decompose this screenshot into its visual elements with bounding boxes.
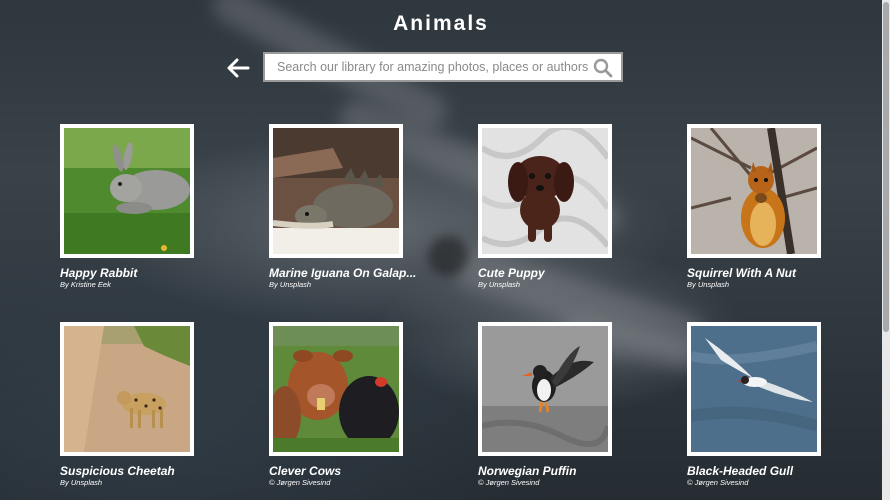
photo-card[interactable]: Squirrel With A Nut By Unsplash [687,124,867,294]
photo-author: © Jørgen Sivesind [269,478,331,487]
photo-thumbnail[interactable] [478,124,612,258]
photo-thumbnail[interactable] [478,322,612,456]
search-input[interactable] [265,54,597,80]
photo-title[interactable]: Suspicious Cheetah [60,464,220,478]
photo-title[interactable]: Happy Rabbit [60,266,220,280]
photo-author: By Unsplash [269,280,312,289]
photo-title[interactable]: Norwegian Puffin [478,464,638,478]
photo-title[interactable]: Clever Cows [269,464,429,478]
photo-thumbnail[interactable] [269,322,403,456]
photo-title[interactable]: Cute Puppy [478,266,638,280]
search-icon[interactable] [593,58,613,78]
photo-card[interactable]: Cute Puppy By Unsplash [478,124,658,294]
photo-author: © Jørgen Sivesind [478,478,540,487]
photo-thumbnail[interactable] [60,124,194,258]
photo-card[interactable]: Black-Headed Gull © Jørgen Sivesind [687,322,867,492]
scrollbar-thumb[interactable] [883,2,889,332]
arrow-left-icon [227,58,250,78]
page-scrollbar[interactable] [882,0,890,500]
photo-author: By Unsplash [478,280,521,289]
photo-card[interactable]: Happy Rabbit By Kristine Eek [60,124,240,294]
photo-card[interactable]: Norwegian Puffin © Jørgen Sivesind [478,322,658,492]
photo-author: By Unsplash [687,280,730,289]
photo-card[interactable]: Suspicious Cheetah By Unsplash [60,322,240,492]
photo-title[interactable]: Marine Iguana On Galap... [269,266,429,280]
photo-thumbnail[interactable] [687,322,821,456]
photo-author: By Kristine Eek [60,280,111,289]
photo-title[interactable]: Squirrel With A Nut [687,266,847,280]
photo-card[interactable]: Clever Cows © Jørgen Sivesind [269,322,449,492]
photo-author: By Unsplash [60,478,103,487]
page-title: Animals [393,12,489,35]
photo-thumbnail[interactable] [269,124,403,258]
photo-author: © Jørgen Sivesind [687,478,749,487]
photo-card[interactable]: Marine Iguana On Galap... By Unsplash [269,124,449,294]
photo-title[interactable]: Black-Headed Gull [687,464,847,478]
photo-thumbnail[interactable] [687,124,821,258]
back-button[interactable] [224,54,252,82]
photo-thumbnail[interactable] [60,322,194,456]
search-box [263,52,623,82]
